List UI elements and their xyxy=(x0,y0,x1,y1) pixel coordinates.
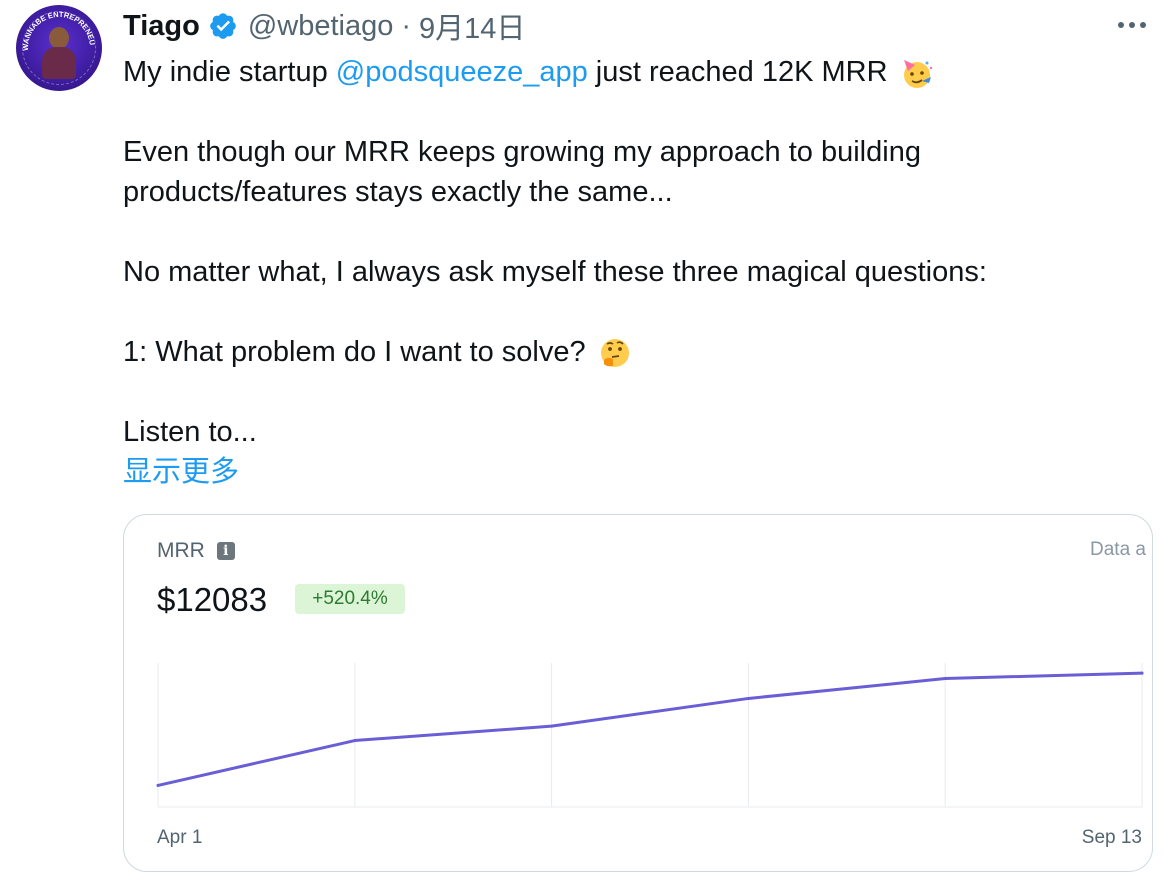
more-options-icon[interactable] xyxy=(1112,10,1152,40)
tweet-line-5: 1: What problem do I want to solve? xyxy=(123,332,1123,372)
mrr-point xyxy=(353,739,357,743)
mrr-value: $12083 xyxy=(157,581,268,618)
author-handle[interactable]: @wbetiago xyxy=(248,10,394,43)
data-as-of-text: Data a xyxy=(1090,539,1146,560)
tweet-timestamp[interactable]: 9月14日 xyxy=(419,5,525,47)
mrr-card[interactable]: Apr 1 Sep 13 MRR i Data a $12083 +520.4% xyxy=(123,514,1153,872)
info-icon[interactable]: i xyxy=(216,542,235,560)
mrr-label-text: MRR xyxy=(157,539,205,562)
tweet-text: just reached 12K MRR xyxy=(587,56,888,88)
tweet-header: Tiago @wbetiago · 9月14日 xyxy=(123,6,525,46)
ellipsis-icon xyxy=(1118,22,1146,28)
tweet-line-2: Even though our MRR keeps growing my app… xyxy=(123,136,921,168)
x-tick-label-end: Sep 13 xyxy=(1082,827,1142,848)
mrr-chart: Apr 1 Sep 13 xyxy=(156,663,1144,848)
avatar-head xyxy=(49,27,69,49)
mrr-point xyxy=(943,677,947,681)
tweet-line-6: Listen to... xyxy=(123,416,257,448)
chart-grid xyxy=(157,663,1143,808)
mention-link[interactable]: @podsqueeze_app xyxy=(336,56,588,88)
mrr-point xyxy=(550,724,554,728)
mrr-point xyxy=(1140,671,1144,675)
tweet-body: My indie startup @podsqueeze_app just re… xyxy=(123,52,1123,492)
avatar[interactable]: WANNABE ENTREPRENEUR xyxy=(16,5,102,91)
tweet-text: 1: What problem do I want to solve? xyxy=(123,336,586,368)
tweet-text: My indie startup xyxy=(123,56,336,88)
mrr-point xyxy=(746,696,750,700)
partying-face-icon xyxy=(903,60,932,89)
tweet-line-1: My indie startup @podsqueeze_app just re… xyxy=(123,52,1123,92)
author-name[interactable]: Tiago xyxy=(123,10,200,43)
thinking-face-icon xyxy=(600,339,629,368)
mrr-label: MRR i xyxy=(157,539,235,563)
tweet-line-4: No matter what, I always ask myself thes… xyxy=(123,256,987,288)
mrr-point xyxy=(156,783,160,787)
show-more-link[interactable]: 显示更多 xyxy=(123,452,1123,492)
header-separator: · xyxy=(401,9,412,42)
verified-badge-icon xyxy=(210,13,236,39)
mrr-line xyxy=(156,671,1144,787)
x-tick-label-start: Apr 1 xyxy=(157,827,202,848)
avatar-body xyxy=(42,47,76,79)
change-badge: +520.4% xyxy=(295,584,405,614)
tweet-line-3: products/features stays exactly the same… xyxy=(123,176,673,208)
